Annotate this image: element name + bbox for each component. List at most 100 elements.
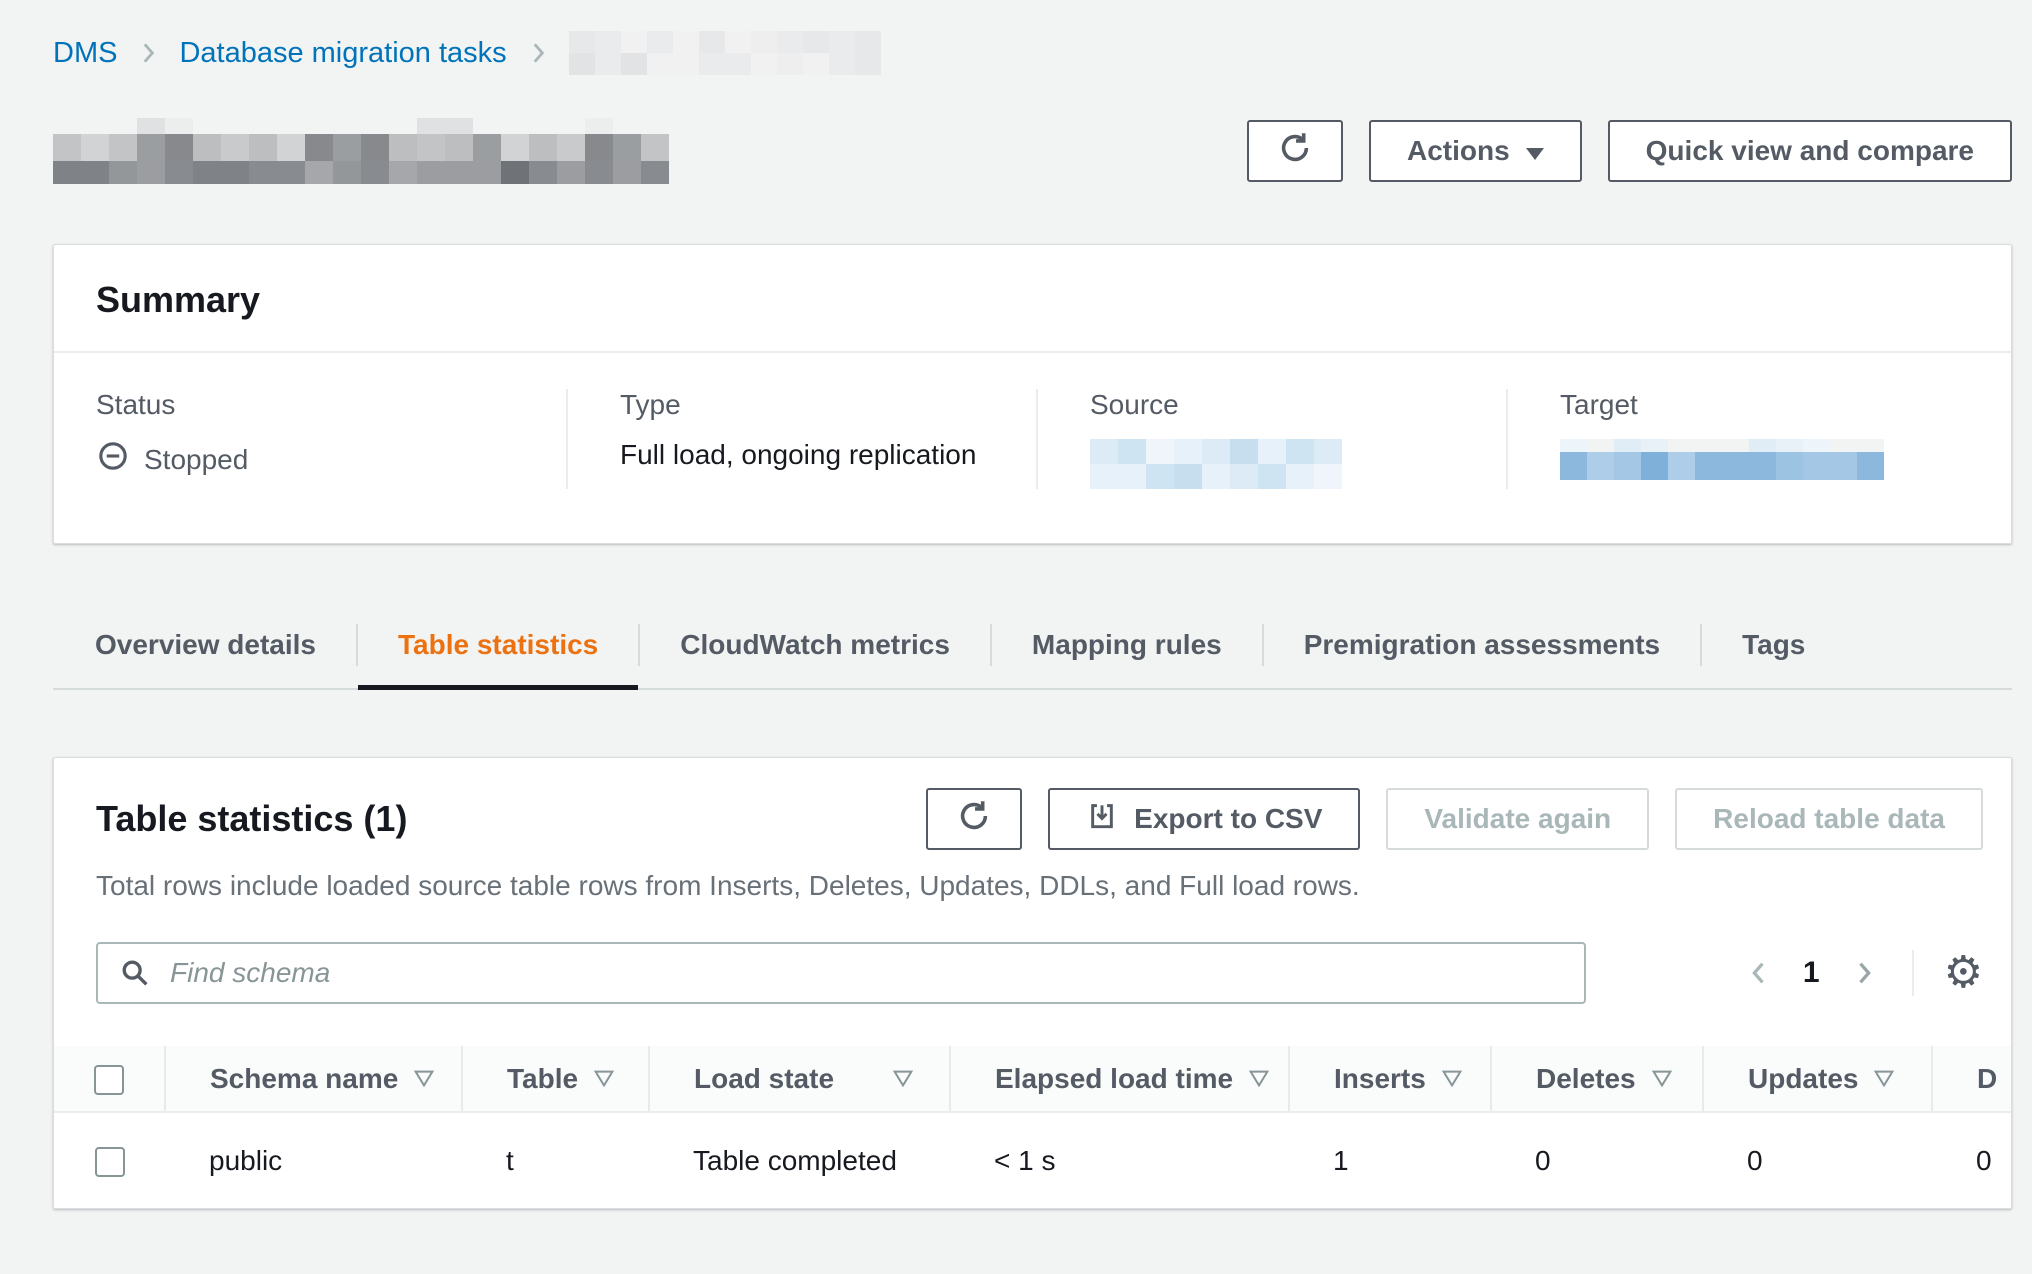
table-row: public t Table completed < 1 s 1 0 0 0 [54,1112,2011,1208]
breadcrumb: DMS Database migration tasks [53,30,2012,76]
refresh-button[interactable] [1247,120,1343,182]
sort-filter-icon [1249,1070,1269,1087]
current-page-number: 1 [1803,956,1820,990]
find-schema-input[interactable] [96,942,1586,1004]
tab-cloudwatch-metrics[interactable]: CloudWatch metrics [640,602,990,688]
sort-filter-icon [1874,1070,1894,1087]
header-actions: Actions Quick view and compare [1247,120,2012,182]
column-header-table[interactable]: Table [462,1046,649,1112]
type-label: Type [620,389,1036,421]
table-refresh-button[interactable] [926,788,1022,850]
detail-tabs: Overview details Table statistics CloudW… [53,602,2012,690]
table-statistics-actions: Export to CSV Validate again Reload tabl… [926,788,1983,850]
column-header-deletes[interactable]: Deletes [1491,1046,1703,1112]
summary-header: Summary [54,245,2011,353]
summary-field-target: Target [1506,389,1983,489]
column-label: D [1977,1063,1997,1095]
target-label: Target [1560,389,1983,421]
chevron-right-icon [135,40,161,66]
redacted-breadcrumb-task-name [569,31,881,75]
table-statistics-table: Schema name Table [54,1046,2011,1208]
sort-filter-icon [1652,1070,1672,1087]
cell-table: t [462,1112,649,1208]
validate-again-label: Validate again [1424,803,1611,835]
type-value: Full load, ongoing replication [620,439,1036,471]
table-controls-row: 1 ⚙ [54,902,2011,1004]
column-label: Inserts [1334,1063,1426,1095]
summary-body: Status Stopped Type Full load, ongoing r… [54,353,2011,543]
actions-button-label: Actions [1407,135,1510,167]
column-header-inserts[interactable]: Inserts [1289,1046,1491,1112]
next-page-button[interactable] [1850,959,1878,987]
export-to-csv-button[interactable]: Export to CSV [1048,788,1360,850]
export-to-csv-label: Export to CSV [1134,803,1322,835]
cell-load-state: Table completed [649,1112,950,1208]
tab-label: Overview details [95,629,316,661]
status-label: Status [96,389,566,421]
summary-title: Summary [96,279,1969,321]
sort-filter-icon [414,1070,434,1087]
reload-table-data-label: Reload table data [1713,803,1945,835]
tab-label: Tags [1742,629,1805,661]
row-checkbox[interactable] [95,1147,125,1177]
download-icon [1086,800,1118,839]
select-all-checkbox[interactable] [94,1065,124,1095]
sort-filter-icon [1442,1070,1462,1087]
summary-field-source: Source [1036,389,1506,489]
refresh-icon [956,798,992,841]
tab-label: Table statistics [398,629,598,661]
redacted-page-title [53,118,669,184]
validate-again-button[interactable]: Validate again [1386,788,1649,850]
column-header-ddls-clipped[interactable]: D [1932,1046,2011,1112]
tab-label: CloudWatch metrics [680,629,950,661]
column-header-load-state[interactable]: Load state [649,1046,950,1112]
sort-filter-icon [893,1070,913,1087]
source-label: Source [1090,389,1506,421]
column-label: Schema name [210,1063,398,1095]
tab-mapping-rules[interactable]: Mapping rules [992,602,1262,688]
tab-tags[interactable]: Tags [1702,602,1845,688]
tab-premigration-assessments[interactable]: Premigration assessments [1264,602,1700,688]
column-label: Load state [694,1063,834,1095]
column-label: Elapsed load time [995,1063,1233,1095]
column-label: Deletes [1536,1063,1636,1095]
tab-table-statistics[interactable]: Table statistics [358,602,638,688]
pagination-divider [1912,950,1914,996]
breadcrumb-link-dms[interactable]: DMS [53,37,117,70]
summary-field-status: Status Stopped [96,389,566,489]
column-header-elapsed-load-time[interactable]: Elapsed load time [950,1046,1289,1112]
row-select-cell [54,1112,165,1208]
reload-table-data-button[interactable]: Reload table data [1675,788,1983,850]
pagination: 1 ⚙ [1745,950,1983,996]
chevron-right-icon [525,40,551,66]
select-all-header-cell [54,1046,165,1112]
settings-gear-icon[interactable]: ⚙ [1944,951,1983,995]
actions-button[interactable]: Actions [1369,120,1582,182]
quick-view-compare-button[interactable]: Quick view and compare [1608,120,2012,182]
cell-ddls-clipped: 0 [1932,1112,2011,1208]
redacted-target-link[interactable] [1560,439,1983,480]
cell-updates: 0 [1703,1112,1932,1208]
status-text: Stopped [144,444,248,476]
caret-down-icon [1526,135,1544,167]
search-icon [118,956,152,995]
sort-filter-icon [594,1070,614,1087]
tab-overview-details[interactable]: Overview details [53,602,356,688]
stopped-status-icon [96,439,130,480]
table-statistics-description: Total rows include loaded source table r… [54,850,2011,902]
previous-page-button[interactable] [1745,959,1773,987]
redacted-source-link[interactable] [1090,439,1506,489]
breadcrumb-link-tasks[interactable]: Database migration tasks [179,37,506,70]
summary-field-type: Type Full load, ongoing replication [566,389,1036,489]
cell-inserts: 1 [1289,1112,1491,1208]
schema-search [96,942,1586,1004]
table-statistics-panel: Table statistics (1) [53,757,2012,1209]
column-header-schema-name[interactable]: Schema name [165,1046,462,1112]
column-header-updates[interactable]: Updates [1703,1046,1932,1112]
cell-deletes: 0 [1491,1112,1703,1208]
column-label: Table [507,1063,578,1095]
summary-panel: Summary Status Stopped Type Full load, o… [53,244,2012,544]
column-label: Updates [1748,1063,1858,1095]
cell-elapsed-load-time: < 1 s [950,1112,1289,1208]
status-value: Stopped [96,439,566,480]
